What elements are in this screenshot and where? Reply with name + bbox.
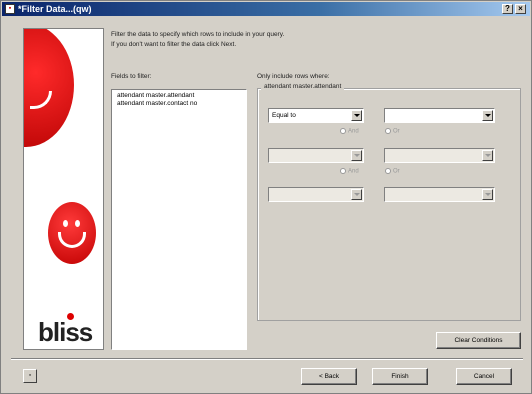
- wizard-side-image: bliss: [23, 28, 104, 350]
- cancel-button[interactable]: Cancel: [456, 368, 512, 385]
- chevron-down-icon[interactable]: [351, 189, 362, 200]
- bliss-logo: bliss: [38, 317, 93, 347]
- radio-and-label: And: [348, 168, 359, 175]
- window-title: *Filter Data...(qw): [18, 4, 92, 14]
- radio-or-label: Or: [393, 128, 400, 135]
- radio-icon: [340, 128, 346, 134]
- filter-data-dialog: ▪ *Filter Data...(qw) ? × bliss Filter t…: [0, 0, 532, 394]
- chevron-down-icon[interactable]: [351, 110, 362, 121]
- fields-label: Fields to filter:: [111, 73, 152, 80]
- instruction-line-1: Filter the data to specify which rows to…: [111, 31, 285, 38]
- field-item[interactable]: attendant master.contact no: [112, 100, 246, 108]
- finish-button[interactable]: Finish: [372, 368, 428, 385]
- radio-and-label: And: [348, 128, 359, 135]
- app-icon: ▪: [5, 4, 15, 14]
- radio-and-2[interactable]: And: [340, 168, 359, 175]
- instruction-line-2: If you don't want to filter the data cli…: [111, 41, 237, 48]
- title-bar: ▪ *Filter Data...(qw) ? ×: [2, 2, 530, 16]
- back-button[interactable]: < Back: [301, 368, 357, 385]
- smiley-face-icon: [48, 202, 96, 264]
- radio-icon: [385, 128, 391, 134]
- value-select-2[interactable]: [384, 148, 495, 163]
- clear-conditions-button[interactable]: Clear Conditions: [436, 332, 521, 349]
- chevron-down-icon[interactable]: [482, 110, 493, 121]
- field-item[interactable]: attendant master.attendant: [112, 90, 246, 100]
- radio-and-1[interactable]: And: [340, 128, 359, 135]
- operator-select-2[interactable]: [268, 148, 364, 163]
- chevron-down-icon[interactable]: [351, 150, 362, 161]
- operator-select-3[interactable]: [268, 187, 364, 202]
- operator-select-1[interactable]: Equal to: [268, 108, 364, 123]
- chevron-down-icon[interactable]: [482, 150, 493, 161]
- radio-or-label: Or: [393, 168, 400, 175]
- logo-dot-icon: [67, 313, 74, 320]
- chevron-down-icon[interactable]: [482, 189, 493, 200]
- operator-select-1-value: Equal to: [272, 112, 296, 119]
- help-icon[interactable]: ▫: [23, 369, 37, 383]
- footer-divider: [11, 358, 523, 360]
- close-button[interactable]: ×: [515, 4, 526, 14]
- help-title-button[interactable]: ?: [502, 4, 513, 14]
- radio-or-1[interactable]: Or: [385, 128, 400, 135]
- conditions-label: Only include rows where:: [257, 73, 330, 80]
- fields-listbox[interactable]: attendant master.attendant attendant mas…: [111, 89, 247, 350]
- radio-icon: [385, 168, 391, 174]
- value-select-1[interactable]: [384, 108, 495, 123]
- radio-or-2[interactable]: Or: [385, 168, 400, 175]
- value-select-3[interactable]: [384, 187, 495, 202]
- radio-icon: [340, 168, 346, 174]
- conditions-group-caption: attendant master.attendant: [261, 83, 345, 90]
- smiley-face-large-icon: [24, 29, 74, 147]
